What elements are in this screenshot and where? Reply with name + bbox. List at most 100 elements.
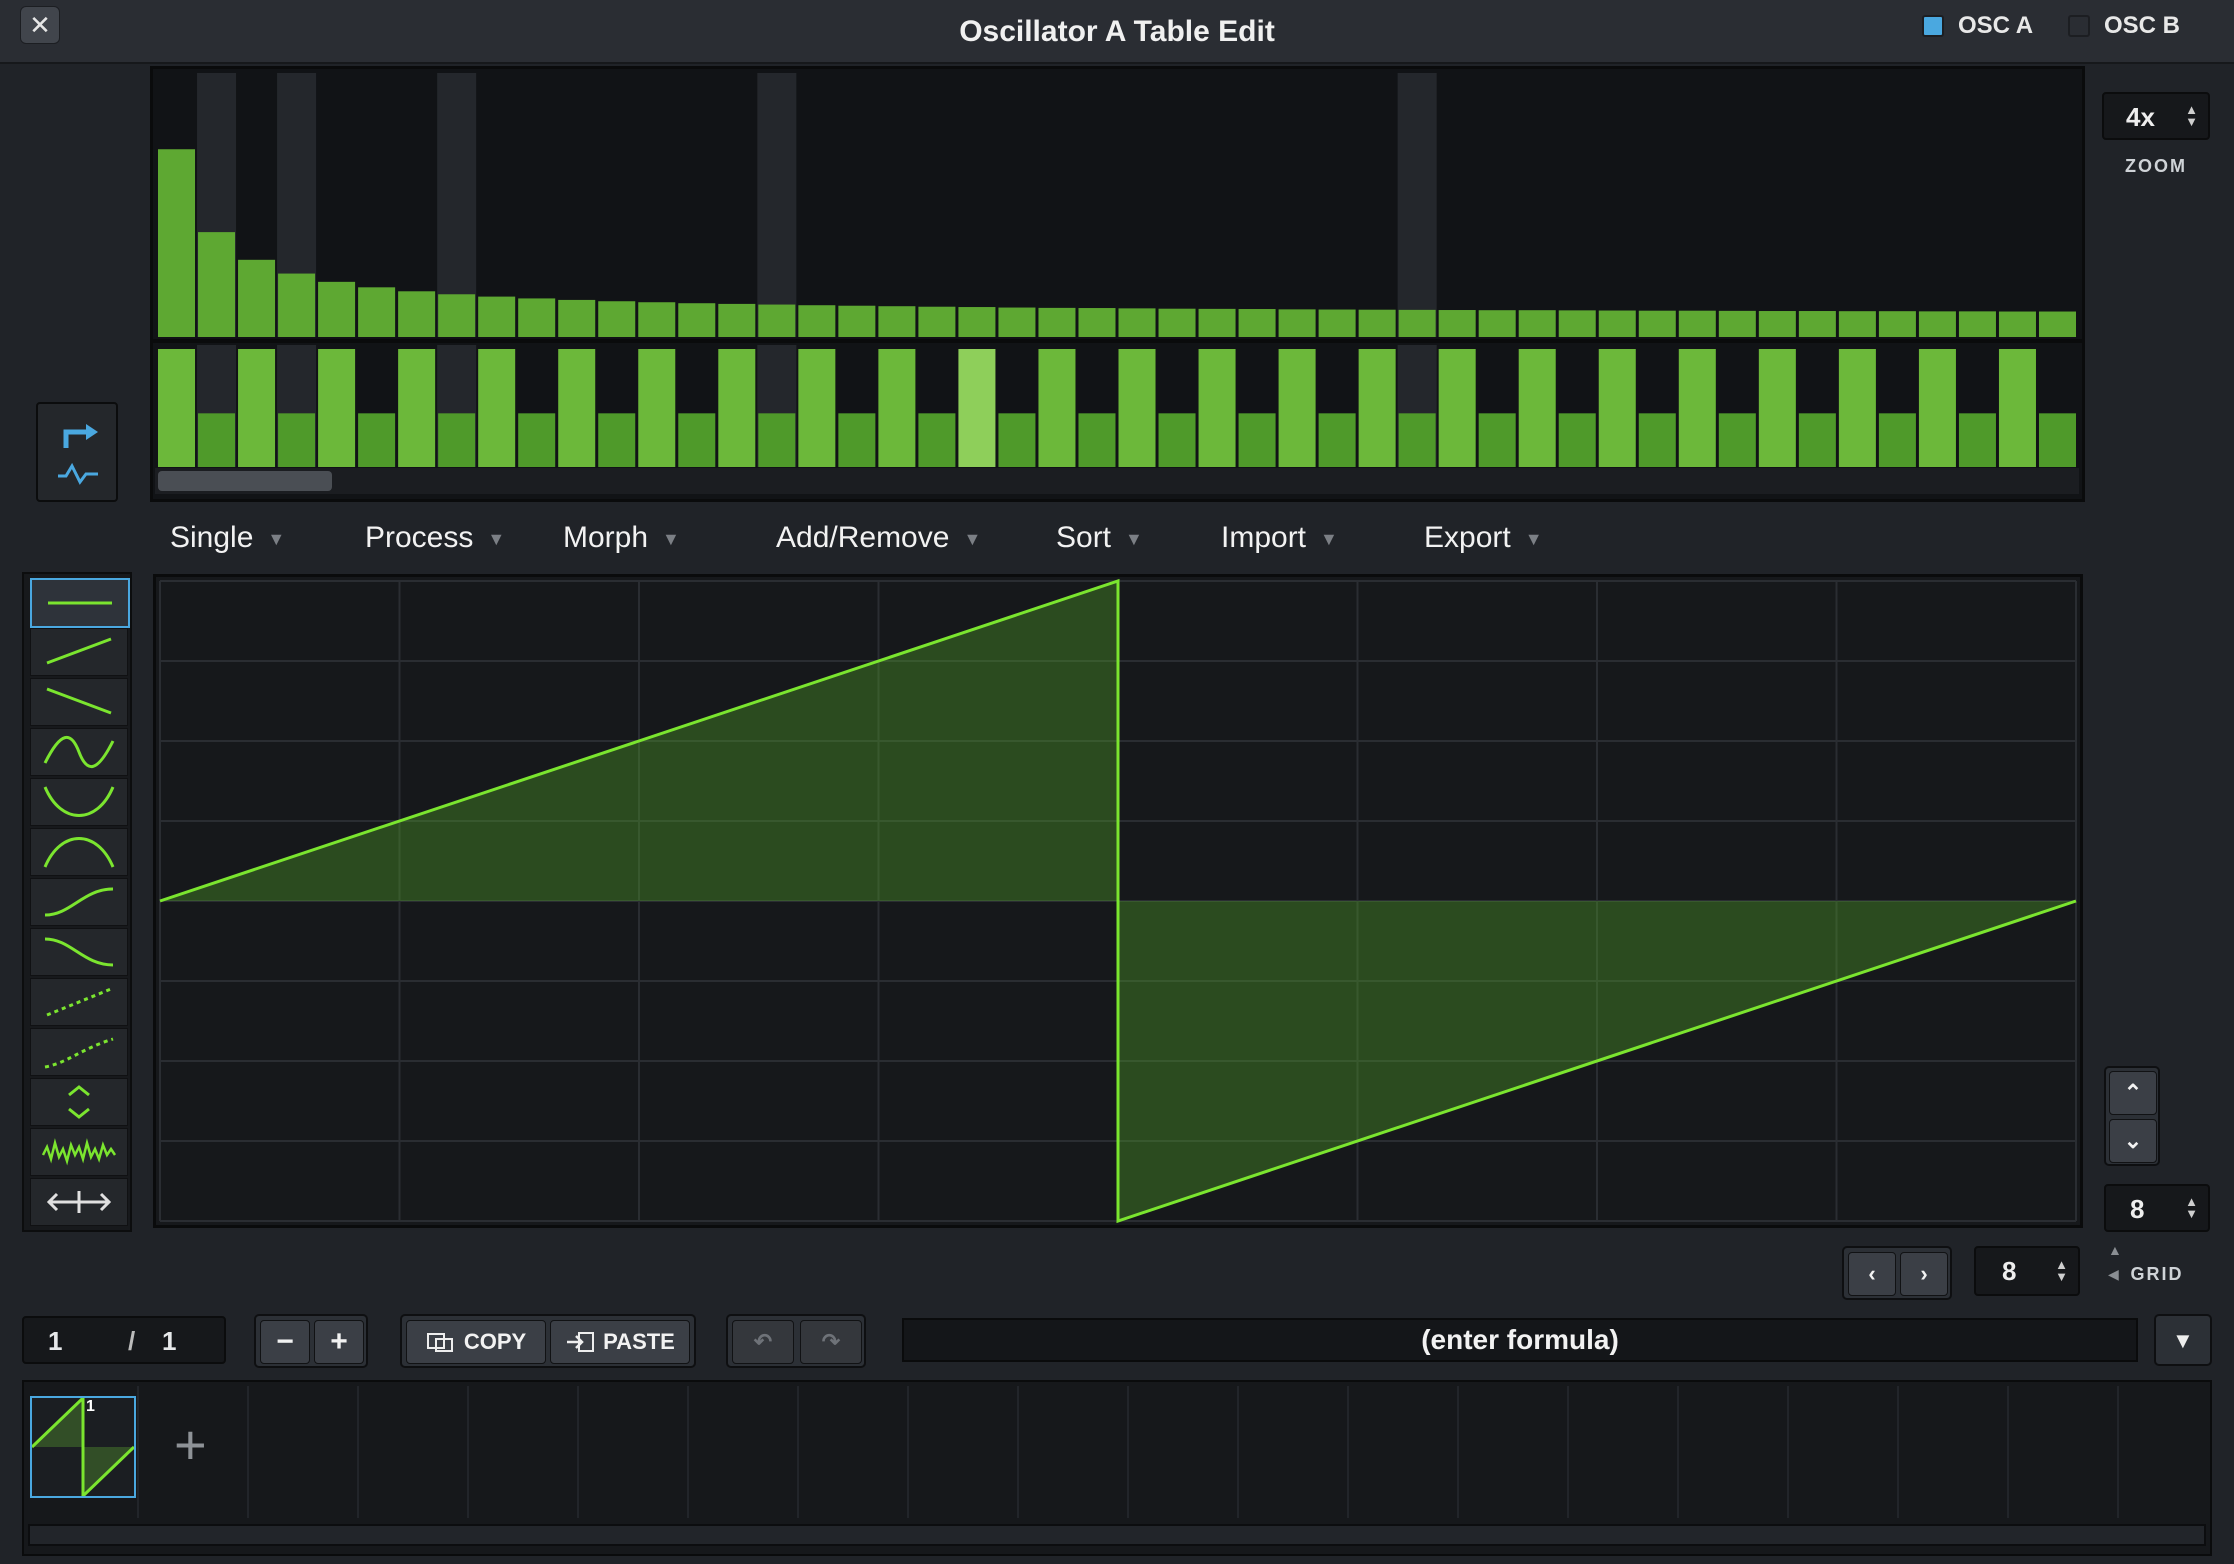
add-frame-button[interactable]: + xyxy=(314,1320,364,1364)
menu-morph[interactable]: Morph ▼ xyxy=(563,510,680,566)
frame-strip[interactable]: 1 + xyxy=(22,1380,2229,1556)
magnitude-bar[interactable] xyxy=(718,303,756,337)
phase-bar[interactable] xyxy=(798,349,836,467)
horizontal-grid-spinner[interactable]: 8 ▲ ▼ xyxy=(1974,1246,2080,1296)
phase-bar[interactable] xyxy=(478,349,516,467)
phase-bar[interactable] xyxy=(398,349,436,467)
phase-bar[interactable] xyxy=(598,413,636,467)
copy-button[interactable]: COPY xyxy=(406,1320,546,1364)
remove-frame-button[interactable]: − xyxy=(260,1320,310,1364)
magnitude-bar[interactable] xyxy=(1838,311,1876,337)
phase-bar[interactable] xyxy=(1558,413,1596,467)
magnitude-bar[interactable] xyxy=(758,304,796,337)
nudge-down-button[interactable]: ⌄ xyxy=(2109,1119,2157,1163)
magnitude-bar[interactable] xyxy=(1398,309,1436,337)
phase-bar[interactable] xyxy=(558,349,596,467)
phase-bar[interactable] xyxy=(1438,349,1476,467)
magnitude-bar[interactable] xyxy=(598,301,636,337)
phase-bar[interactable] xyxy=(318,349,356,467)
magnitude-bar[interactable] xyxy=(678,303,716,337)
phase-bar[interactable] xyxy=(1718,413,1756,467)
magnitude-bar[interactable] xyxy=(1318,309,1356,337)
zoom-spinner[interactable]: 4x ▲ ▼ xyxy=(2102,92,2210,140)
osc-b-toggle[interactable]: OSC B xyxy=(2068,8,2180,44)
formula-input[interactable]: (enter formula) xyxy=(902,1318,2138,1362)
phase-bar[interactable] xyxy=(1198,349,1236,467)
tool-s-curve-up[interactable] xyxy=(30,878,128,926)
magnitude-bar[interactable] xyxy=(1198,308,1236,337)
phase-bar[interactable] xyxy=(1758,349,1796,467)
phase-bar[interactable] xyxy=(1158,413,1196,467)
osc-b-checkbox[interactable] xyxy=(2068,15,2090,37)
phase-bar[interactable] xyxy=(958,349,996,467)
harmonic-editor[interactable] xyxy=(150,66,2085,502)
frame-strip-scrollbar[interactable] xyxy=(28,1524,2206,1546)
magnitude-bar[interactable] xyxy=(998,307,1036,337)
nudge-up-button[interactable]: ⌃ xyxy=(2109,1071,2157,1115)
magnitude-bar[interactable] xyxy=(1478,310,1516,337)
menu-import[interactable]: Import ▼ xyxy=(1221,510,1338,566)
menu-add-remove[interactable]: Add/Remove ▼ xyxy=(776,510,981,566)
phase-bar[interactable] xyxy=(1598,349,1636,467)
tool-ramp-up[interactable] xyxy=(30,628,128,676)
phase-bar[interactable] xyxy=(1838,349,1876,467)
magnitude-bar[interactable] xyxy=(238,259,276,337)
phase-bar[interactable] xyxy=(998,413,1036,467)
tool-stretch[interactable] xyxy=(30,1178,128,1226)
nudge-left-button[interactable]: ‹ xyxy=(1848,1252,1896,1296)
magnitude-bar[interactable] xyxy=(1358,309,1396,337)
magnitude-bar[interactable] xyxy=(318,281,356,337)
magnitude-bar[interactable] xyxy=(478,296,516,337)
phase-bar[interactable] xyxy=(1078,413,1116,467)
magnitude-bar[interactable] xyxy=(358,287,396,337)
phase-bar[interactable] xyxy=(1358,349,1396,467)
phase-bar[interactable] xyxy=(1638,413,1676,467)
tool-dotted-ramp[interactable] xyxy=(30,978,128,1026)
phase-bar[interactable] xyxy=(1118,349,1156,467)
formula-dropdown-button[interactable]: ▼ xyxy=(2154,1314,2212,1366)
phase-bar[interactable] xyxy=(1678,349,1716,467)
close-button[interactable]: ✕ xyxy=(20,6,60,44)
tool-s-curve-down[interactable] xyxy=(30,928,128,976)
phase-bar[interactable] xyxy=(918,413,956,467)
magnitude-bar[interactable] xyxy=(1998,311,2036,337)
add-frame-plus[interactable]: + xyxy=(174,1412,207,1477)
vertical-grid-spinner[interactable]: 8 ▲ ▼ xyxy=(2104,1184,2210,1232)
menu-sort[interactable]: Sort ▼ xyxy=(1056,510,1143,566)
spinner-arrows-icon[interactable]: ▲ ▼ xyxy=(2185,103,2198,128)
menu-single[interactable]: Single ▼ xyxy=(170,510,285,566)
phase-bar[interactable] xyxy=(2038,413,2076,467)
phase-bar[interactable] xyxy=(758,413,796,467)
magnitude-bar[interactable] xyxy=(1078,308,1116,337)
frame-thumbnail-1[interactable]: 1 xyxy=(30,1394,136,1500)
phase-bar[interactable] xyxy=(1918,349,1956,467)
phase-bar[interactable] xyxy=(518,413,556,467)
phase-bar[interactable] xyxy=(198,413,236,467)
phase-bar[interactable] xyxy=(358,413,396,467)
phase-bar[interactable] xyxy=(638,349,676,467)
magnitude-bar[interactable] xyxy=(1118,308,1156,337)
phase-bar[interactable] xyxy=(1478,413,1516,467)
magnitude-bar[interactable] xyxy=(958,307,996,337)
magnitude-bar[interactable] xyxy=(2038,311,2076,337)
magnitude-bar[interactable] xyxy=(1278,309,1316,337)
magnitude-bar[interactable] xyxy=(1638,310,1676,337)
magnitude-bar[interactable] xyxy=(878,306,916,337)
magnitude-bar[interactable] xyxy=(198,232,236,337)
undo-button[interactable]: ↶ xyxy=(732,1320,794,1364)
magnitude-bar[interactable] xyxy=(158,149,196,337)
magnitude-bar[interactable] xyxy=(1918,311,1956,337)
phase-bar[interactable] xyxy=(1958,413,1996,467)
nudge-right-button[interactable]: › xyxy=(1900,1252,1948,1296)
magnitude-bar[interactable] xyxy=(1518,310,1556,337)
magnitude-bar[interactable] xyxy=(798,305,836,337)
magnitude-bar[interactable] xyxy=(398,291,436,337)
phase-bar[interactable] xyxy=(238,349,276,467)
osc-a-checkbox[interactable] xyxy=(1922,15,1944,37)
mode-toggle-button[interactable] xyxy=(36,402,118,502)
magnitude-bar[interactable] xyxy=(438,294,476,337)
phase-bar[interactable] xyxy=(158,349,196,467)
tool-dotted-curve[interactable] xyxy=(30,1028,128,1076)
magnitude-bar[interactable] xyxy=(558,299,596,337)
magnitude-bar[interactable] xyxy=(1038,307,1076,337)
